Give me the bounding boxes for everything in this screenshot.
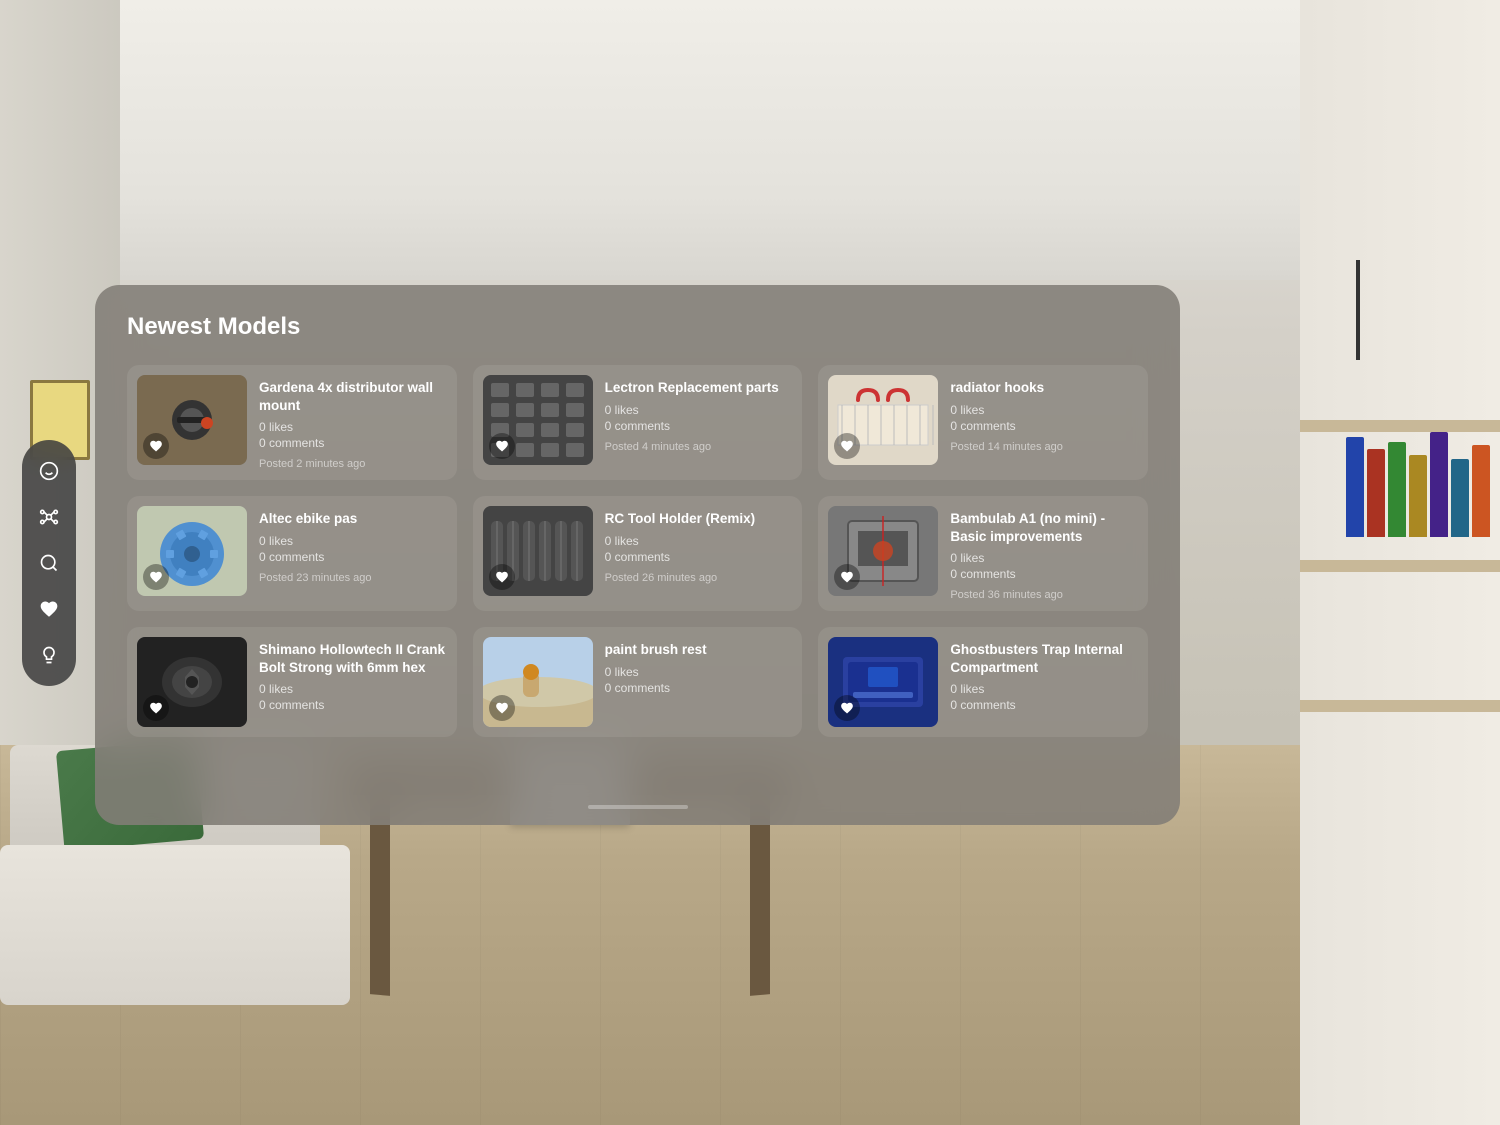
model-likes: 0 likes [605, 534, 793, 548]
model-likes: 0 likes [259, 420, 447, 434]
model-card[interactable]: Bambulab A1 (no mini) - Basic improvemen… [818, 496, 1148, 611]
lamp-post [1356, 260, 1360, 360]
model-name: Shimano Hollowtech II Crank Bolt Strong … [259, 641, 447, 676]
book-4 [1409, 455, 1427, 537]
model-posted-time: Posted 26 minutes ago [605, 572, 793, 584]
model-info: Shimano Hollowtech II Crank Bolt Strong … [259, 637, 447, 714]
like-button[interactable] [489, 695, 515, 721]
model-thumbnail [137, 375, 247, 465]
sidebar-item-ideas[interactable] [30, 636, 68, 674]
model-card[interactable]: paint brush rest 0 likes 0 comments [473, 627, 803, 737]
model-thumbnail [483, 637, 593, 727]
like-button[interactable] [489, 433, 515, 459]
model-info: RC Tool Holder (Remix) 0 likes 0 comment… [605, 506, 793, 584]
book-1 [1346, 437, 1364, 537]
model-posted-time: Posted 23 minutes ago [259, 572, 447, 584]
sidebar-item-liked[interactable] [30, 590, 68, 628]
model-card[interactable]: Altec ebike pas 0 likes 0 comments Poste… [127, 496, 457, 611]
model-name: paint brush rest [605, 641, 793, 659]
model-info: Bambulab A1 (no mini) - Basic improvemen… [950, 506, 1138, 601]
book-3 [1388, 442, 1406, 537]
model-name: Altec ebike pas [259, 510, 447, 528]
model-name: RC Tool Holder (Remix) [605, 510, 793, 528]
model-info: paint brush rest 0 likes 0 comments [605, 637, 793, 697]
model-thumbnail [483, 375, 593, 465]
model-comments: 0 comments [950, 698, 1138, 712]
model-thumbnail [828, 506, 938, 596]
scroll-indicator [588, 805, 688, 809]
model-name: radiator hooks [950, 379, 1138, 397]
panel-title: Newest Models [127, 313, 1148, 341]
model-card[interactable]: Shimano Hollowtech II Crank Bolt Strong … [127, 627, 457, 737]
model-likes: 0 likes [605, 403, 793, 417]
sidebar [22, 440, 76, 686]
model-comments: 0 comments [605, 419, 793, 433]
model-likes: 0 likes [950, 682, 1138, 696]
model-info: Ghostbusters Trap Internal Compartment 0… [950, 637, 1138, 714]
like-button[interactable] [143, 433, 169, 459]
model-comments: 0 comments [950, 419, 1138, 433]
model-card[interactable]: Gardena 4x distributor wall mount 0 like… [127, 365, 457, 480]
ceiling [0, 0, 1500, 280]
model-likes: 0 likes [950, 403, 1138, 417]
model-info: radiator hooks 0 likes 0 comments Posted… [950, 375, 1138, 453]
model-thumbnail [137, 506, 247, 596]
shelf-3 [1300, 700, 1500, 712]
shelf-2 [1300, 560, 1500, 572]
book-6 [1451, 459, 1469, 537]
model-info: Altec ebike pas 0 likes 0 comments Poste… [259, 506, 447, 584]
model-comments: 0 comments [605, 550, 793, 564]
model-card[interactable]: RC Tool Holder (Remix) 0 likes 0 comment… [473, 496, 803, 611]
sidebar-item-search[interactable] [30, 544, 68, 582]
model-name: Gardena 4x distributor wall mount [259, 379, 447, 414]
like-button[interactable] [143, 695, 169, 721]
model-thumbnail [483, 506, 593, 596]
model-thumbnail [828, 637, 938, 727]
model-likes: 0 likes [950, 551, 1138, 565]
like-button[interactable] [489, 564, 515, 590]
model-info: Lectron Replacement parts 0 likes 0 comm… [605, 375, 793, 453]
model-posted-time: Posted 14 minutes ago [950, 441, 1138, 453]
model-comments: 0 comments [950, 567, 1138, 581]
model-likes: 0 likes [605, 665, 793, 679]
models-grid: Gardena 4x distributor wall mount 0 like… [127, 365, 1148, 737]
book-2 [1367, 449, 1385, 537]
model-card[interactable]: Lectron Replacement parts 0 likes 0 comm… [473, 365, 803, 480]
model-posted-time: Posted 2 minutes ago [259, 458, 447, 470]
main-panel: Newest Models Gardena 4x distributor wal… [95, 285, 1180, 825]
model-name: Bambulab A1 (no mini) - Basic improvemen… [950, 510, 1138, 545]
book-5 [1430, 432, 1448, 537]
model-comments: 0 comments [259, 698, 447, 712]
model-comments: 0 comments [605, 681, 793, 695]
model-comments: 0 comments [259, 436, 447, 450]
model-likes: 0 likes [259, 682, 447, 696]
shelf-1 [1300, 420, 1500, 432]
model-info: Gardena 4x distributor wall mount 0 like… [259, 375, 447, 470]
book-7 [1472, 445, 1490, 537]
model-name: Ghostbusters Trap Internal Compartment [950, 641, 1138, 676]
model-thumbnail [828, 375, 938, 465]
model-likes: 0 likes [259, 534, 447, 548]
books-decoration [1346, 432, 1490, 537]
model-card[interactable]: Ghostbusters Trap Internal Compartment 0… [818, 627, 1148, 737]
model-posted-time: Posted 4 minutes ago [605, 441, 793, 453]
model-posted-time: Posted 36 minutes ago [950, 589, 1138, 601]
like-button[interactable] [143, 564, 169, 590]
model-name: Lectron Replacement parts [605, 379, 793, 397]
sidebar-item-network[interactable] [30, 498, 68, 536]
sidebar-item-trending[interactable] [30, 452, 68, 490]
model-card[interactable]: radiator hooks 0 likes 0 comments Posted… [818, 365, 1148, 480]
right-wall [1300, 0, 1500, 1125]
model-comments: 0 comments [259, 550, 447, 564]
model-thumbnail [137, 637, 247, 727]
